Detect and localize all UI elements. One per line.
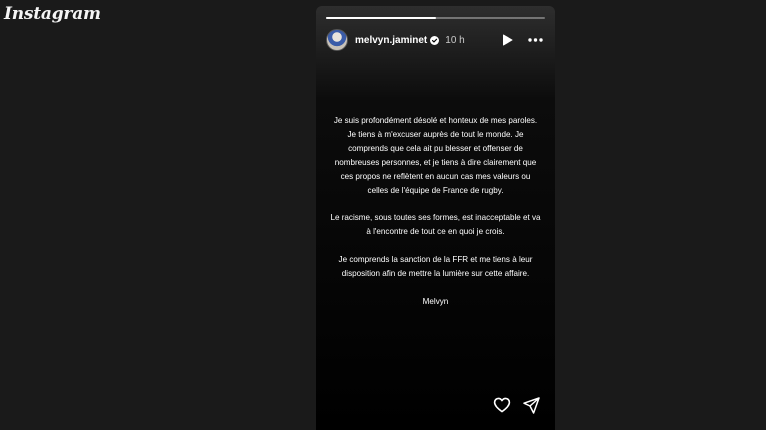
story-paragraph: Je suis profondément désolé et honteux d… xyxy=(333,116,538,195)
avatar[interactable] xyxy=(326,29,348,51)
story-progress-fill xyxy=(326,17,436,19)
heart-icon[interactable] xyxy=(492,395,512,415)
story-progress-bar xyxy=(326,17,545,19)
play-icon[interactable] xyxy=(499,32,515,48)
instagram-logo[interactable]: Instagram xyxy=(4,4,101,24)
username[interactable]: melvyn.jaminet xyxy=(355,35,427,46)
story-text: Je suis profondément désolé et honteux d… xyxy=(330,114,541,323)
more-options-icon[interactable] xyxy=(527,32,543,48)
story-footer xyxy=(483,395,541,415)
story-header: melvyn.jaminet 10 h xyxy=(326,29,543,51)
verified-badge-icon xyxy=(430,35,440,45)
story-signature: Melvyn xyxy=(422,296,449,306)
story-paragraph: Le racisme, sous toutes ses formes, est … xyxy=(330,213,541,237)
story-viewer[interactable]: melvyn.jaminet 10 h Je suis profondément… xyxy=(316,6,555,430)
send-icon[interactable] xyxy=(521,395,541,415)
story-timestamp: 10 h xyxy=(445,34,465,46)
story-paragraph: Je comprends la sanction de la FFR et me… xyxy=(338,255,533,278)
